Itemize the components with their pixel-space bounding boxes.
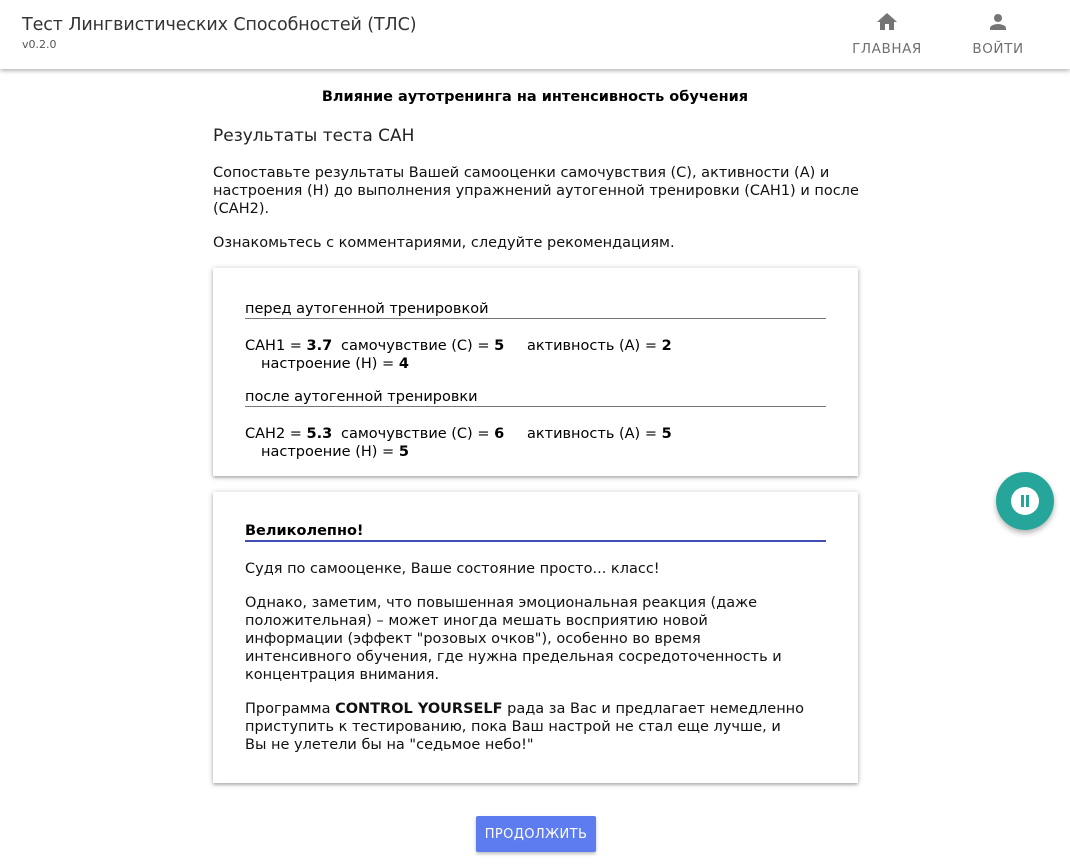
intro-paragraph: Ознакомьтесь с комментариями, следуйте р… — [213, 235, 675, 251]
before-training-label: перед аутогенной тренировкой — [245, 301, 826, 319]
after-training-label: после аутогенной тренировки — [245, 389, 826, 407]
verdict-title: Великолепно! — [245, 523, 826, 542]
app-title: Тест Лингвистических Способностей (ТЛС) — [22, 15, 417, 35]
page-heading: Влияние аутотренинга на интенсивность об… — [321, 89, 749, 105]
verdict-paragraph: Судя по самооценке, Ваше состояние прост… — [245, 561, 660, 577]
app-version: v0.2.0 — [22, 38, 57, 51]
san1-score: САН1 = 3.7 — [245, 338, 333, 354]
intro-text: Сопоставьте результаты Вашей самооценки … — [213, 164, 873, 268]
verdict-paragraph: Программа CONTROL YOURSELF рада за Вас и… — [245, 701, 805, 753]
nav-home-label: ГЛАВНАЯ — [852, 41, 922, 57]
pause-icon — [1011, 487, 1039, 515]
home-icon — [846, 10, 928, 36]
before-scores: САН1 = 3.7 самочувствие (С) = 5 активность… — [245, 337, 845, 373]
verdict-body: Судя по самооценке, Ваше состояние прост… — [245, 560, 805, 770]
after-activity-score: активность (А) = 5 — [527, 426, 672, 442]
verdict-paragraph: Однако, заметим, что повышенная эмоциона… — [245, 595, 782, 683]
results-card: перед аутогенной тренировкой САН1 = 3.7 с… — [213, 268, 858, 476]
before-wellbeing-score: самочувствие (С) = 5 — [341, 338, 505, 354]
before-mood-score: настроение (Н) = 4 — [261, 356, 409, 372]
continue-button[interactable]: ПРОДОЛЖИТЬ — [476, 816, 596, 852]
before-activity-score: активность (А) = 2 — [527, 338, 672, 354]
san2-score: САН2 = 5.3 — [245, 426, 333, 442]
person-icon — [962, 10, 1034, 36]
pause-button[interactable] — [996, 472, 1054, 530]
after-scores: САН2 = 5.3 самочувствие (С) = 6 активность… — [245, 425, 845, 461]
nav-login-label: ВОЙТИ — [972, 41, 1024, 57]
section-title: Результаты теста САН — [213, 126, 415, 146]
program-name: CONTROL YOURSELF — [335, 701, 503, 717]
intro-paragraph: Сопоставьте результаты Вашей самооценки … — [213, 165, 859, 217]
nav-home-button[interactable]: ГЛАВНАЯ — [846, 8, 928, 62]
after-mood-score: настроение (Н) = 5 — [261, 444, 409, 460]
app-bar: Тест Лингвистических Способностей (ТЛС) … — [0, 0, 1070, 69]
verdict-card: Великолепно! Судя по самооценке, Ваше со… — [213, 492, 858, 783]
after-wellbeing-score: самочувствие (С) = 6 — [341, 426, 505, 442]
nav-login-button[interactable]: ВОЙТИ — [962, 8, 1034, 62]
